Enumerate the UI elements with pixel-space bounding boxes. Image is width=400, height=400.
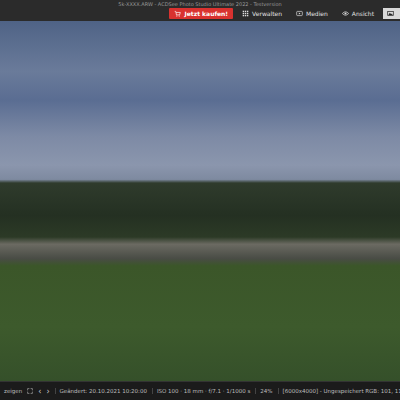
window-title: 5k-XXXX.ARW - ACDSee Photo Studio Ultima… (0, 1, 400, 8)
edit-mode-button[interactable] (383, 8, 400, 19)
buy-mode-button[interactable]: Jetzt kaufen! (169, 8, 233, 19)
status-bar: zeigen ‹ › Geändert: 20.10.2021 10:20:00… (0, 381, 400, 400)
exif-field: ISO 100 · 18 mm · f/7.1 · 1/1000 s (152, 388, 250, 394)
app-window: 5k-XXXX.ARW - ACDSee Photo Studio Ultima… (0, 0, 400, 400)
zoom-field[interactable]: 24% (255, 388, 272, 394)
edit-icon (387, 10, 394, 17)
photo-viewer[interactable] (0, 21, 400, 381)
mode-menu: Jetzt kaufen! Verwalten Medien Ansicht (0, 8, 400, 19)
title-bar: 5k-XXXX.ARW - ACDSee Photo Studio Ultima… (0, 0, 400, 21)
eye-mode-button[interactable]: Ansicht (337, 8, 379, 19)
grid-icon (242, 10, 249, 17)
info-field: [6000x4000] - Ungespeichert RGB: 101, 11… (278, 388, 400, 394)
grid-mode-button[interactable]: Verwalten (237, 8, 287, 19)
next-button[interactable]: › (46, 387, 49, 396)
eye-icon (342, 10, 349, 17)
fullscreen-icon[interactable] (27, 388, 33, 394)
cart-icon (174, 10, 181, 17)
date-field: Geändert: 20.10.2021 10:20:00 (55, 388, 147, 394)
previous-button[interactable]: ‹ (38, 387, 41, 396)
media-icon (296, 10, 303, 17)
view-label[interactable]: zeigen (4, 388, 22, 394)
media-mode-button[interactable]: Medien (291, 8, 333, 19)
